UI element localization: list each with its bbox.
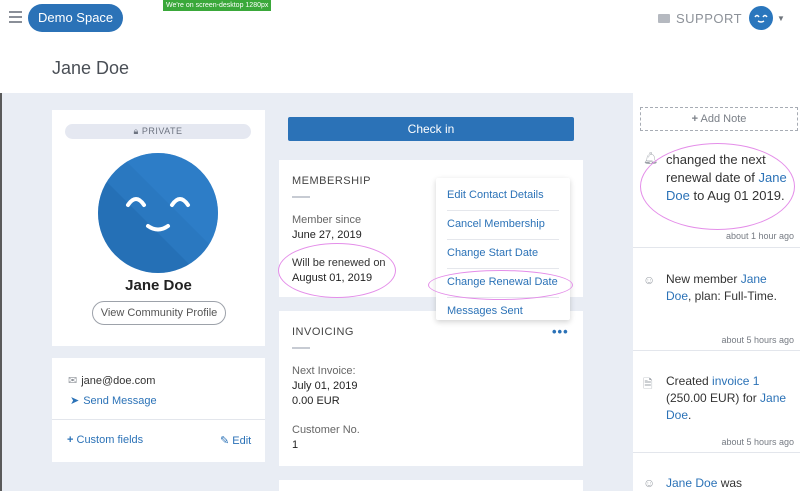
page-title: Jane Doe [52,58,130,78]
menu-item-messages-sent[interactable]: Messages Sent [447,305,523,317]
menu-item-cancel-membership[interactable]: Cancel Membership [447,218,545,230]
renewal-label: Will be renewed on [292,257,386,269]
title-underline [292,196,310,198]
send-message-label: Send Message [83,394,157,407]
check-in-button[interactable]: Check in [288,117,574,141]
title-bar: Jane Doe [0,38,800,93]
contact-card: ✉ jane@doe.com ➤ Send Message + Custom f… [52,358,265,462]
activity-text: New member Jane Doe, plan: Full-Time. [666,271,794,305]
menu-divider [447,239,559,240]
member-since-label: Member since [292,214,362,226]
activity-item: ☺ Jane Doe was [633,465,800,491]
document-icon: 🗎 [643,377,653,391]
menu-item-change-renewal-date[interactable]: Change Renewal Date [447,276,558,288]
smiley-icon: ☺ [643,273,656,287]
envelope-icon: ✉ [68,375,78,387]
activity-text-part: , plan: Full-Time. [688,289,777,303]
renewal-value: August 01, 2019 [292,272,373,284]
profile-name: Jane Doe [125,277,192,294]
add-note-label: Add Note [700,113,747,125]
add-note-button[interactable]: + Add Note [640,107,798,131]
activity-panel: + Add Note 🔔︎ changed the next renewal d… [633,93,800,491]
activity-text: Jane Doe was [666,475,794,491]
menu-item-edit-contact-details[interactable]: Edit Contact Details [447,189,544,201]
member-since-value: June 27, 2019 [292,229,362,241]
view-community-profile-button[interactable]: View Community Profile [92,301,226,325]
custom-fields-link[interactable]: + Custom fields [67,434,143,446]
chevron-down-icon[interactable]: ▼ [777,14,785,23]
activity-time: about 5 hours ago [721,437,794,447]
divider [52,419,265,420]
customer-no-label: Customer No. [292,424,360,436]
title-underline [292,347,310,349]
activity-item: 🔔︎ changed the next renewal date of Jane… [633,143,800,248]
send-message-link[interactable]: ➤ Send Message [70,394,157,408]
pencil-icon: ✎ [220,435,230,447]
customer-no-value: 1 [292,439,299,451]
lock-icon: 🔒︎ [133,126,139,136]
activity-text: Created invoice 1 (250.00 EUR) for Jane … [666,373,794,424]
private-label: PRIVATE [141,126,183,136]
email-row: ✉ jane@doe.com [68,374,156,388]
menu-divider [447,210,559,211]
menu-divider [447,268,559,269]
profile-card: 🔒︎ PRIVATE Jane Doe View Community Profi… [52,110,265,346]
bell-icon: 🔔︎ [643,151,659,165]
chat-icon [658,13,670,23]
activity-text-part: (250.00 EUR) for [666,391,757,405]
invoicing-card: INVOICING ••• Next Invoice: July 01, 201… [279,311,583,466]
smiley-icon: ☺ [643,476,656,490]
next-invoice-amount: 0.00 EUR [292,395,340,407]
user-avatar[interactable] [749,6,773,30]
activity-text-part: . [688,408,692,422]
next-invoice-label: Next Invoice: [292,365,356,377]
activity-text: changed the next renewal date of Jane Do… [666,151,794,205]
activity-text-part: changed the next renewal date of [666,152,766,185]
email-value: jane@doe.com [81,374,156,387]
top-bar: Demo Space We're on screen-desktop 1280p… [0,0,800,38]
profile-avatar [98,153,218,273]
plus-icon: + [67,434,74,446]
menu-item-change-start-date[interactable]: Change Start Date [447,247,538,259]
activity-text-part: was [720,476,743,490]
custom-fields-label: Custom fields [76,434,144,446]
private-badge: 🔒︎ PRIVATE [65,124,251,139]
support-label: SUPPORT [676,10,743,26]
activity-time: about 1 hour ago [725,231,794,241]
support-link[interactable]: SUPPORT [658,10,742,26]
activity-text-part: Created [666,374,709,388]
membership-actions-menu: Edit Contact Details Cancel Membership C… [436,178,570,320]
invoice-link[interactable]: invoice 1 [712,374,759,388]
activity-item: 🗎 Created invoice 1 (250.00 EUR) for Jan… [633,361,800,453]
edit-label: Edit [232,435,252,447]
activity-item: ☺ New member Jane Doe, plan: Full-Time. … [633,261,800,351]
plus-icon: + [691,113,699,125]
member-link[interactable]: Jane Doe [666,476,717,490]
paper-plane-icon: ➤ [70,395,80,407]
invoicing-title: INVOICING [292,326,354,338]
activity-time: about 5 hours ago [721,335,794,345]
menu-icon[interactable] [9,11,22,26]
space-switcher-button[interactable]: Demo Space [28,4,124,32]
more-options-icon[interactable]: ••• [552,324,569,339]
menu-divider [447,297,559,298]
next-invoice-date: July 01, 2019 [292,380,358,392]
activity-text-part: to Aug 01 2019. [693,188,785,203]
membership-title: MEMBERSHIP [292,175,371,187]
dev-screen-badge: We're on screen-desktop 1280px [163,0,272,11]
edit-custom-fields-link[interactable]: ✎ Edit [220,434,251,447]
next-card [279,480,583,491]
activity-text-part: New member [666,272,738,286]
